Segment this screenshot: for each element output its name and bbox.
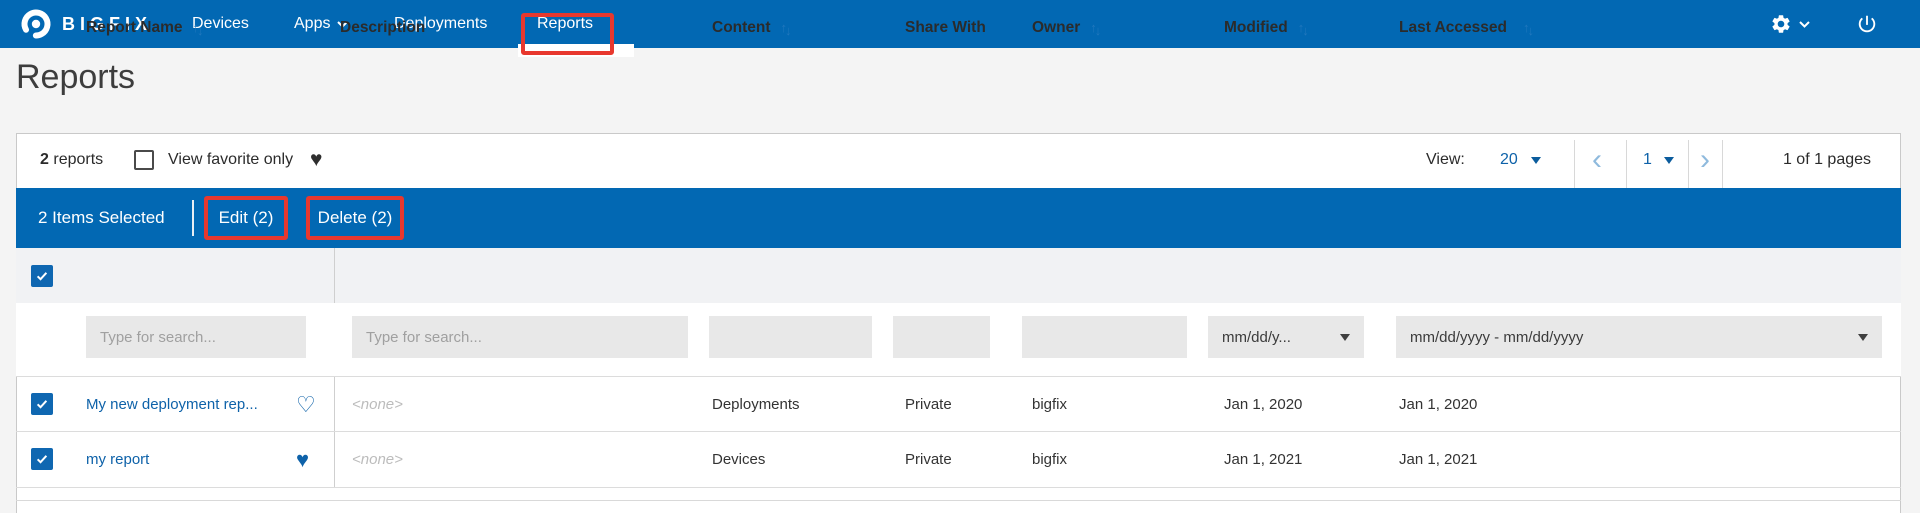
selection-bar (16, 188, 1901, 248)
share-with-cell: Private (905, 377, 952, 431)
toolbar-divider (1688, 140, 1689, 188)
selection-bar-divider (192, 200, 194, 236)
column-label: Share With (905, 19, 986, 37)
favorite-heart-filled-icon[interactable]: ♥ (296, 447, 309, 473)
column-header-report-name[interactable]: Report Name ↑↓ (86, 0, 201, 55)
edit-button-label: Edit (2) (219, 208, 274, 228)
content-search-input[interactable] (709, 316, 872, 358)
description-search-input[interactable] (352, 316, 688, 358)
toolbar-divider (1722, 140, 1723, 188)
modified-date-placeholder: mm/dd/y... (1222, 329, 1340, 346)
column-label: Last Accessed (1399, 19, 1507, 37)
bigfix-logo-icon (18, 6, 54, 42)
page-size-select[interactable]: 20 (1500, 151, 1541, 169)
report-count-number: 2 (40, 151, 49, 168)
power-icon (1856, 13, 1878, 35)
row-divider (16, 487, 1901, 488)
toolbar-divider (1574, 140, 1575, 188)
content-cell: Deployments (712, 377, 800, 431)
last-accessed-cell: Jan 1, 2020 (1399, 377, 1477, 431)
owner-cell: bigfix (1032, 377, 1067, 431)
modified-date-filter[interactable]: mm/dd/y... (1208, 316, 1364, 358)
chevron-down-icon (1799, 21, 1810, 28)
report-name-search-input[interactable] (86, 316, 306, 358)
column-label: Owner (1032, 19, 1080, 37)
row-checkbox[interactable] (31, 448, 53, 470)
column-header-owner[interactable]: Owner ↑↓ (1032, 0, 1099, 55)
share-with-cell: Private (905, 432, 952, 486)
selected-count-label: 2 Items Selected (38, 208, 165, 228)
current-page-value: 1 (1643, 151, 1652, 168)
page-title: Reports (16, 58, 135, 97)
modified-cell: Jan 1, 2020 (1224, 377, 1302, 431)
page-size-value: 20 (1500, 151, 1518, 168)
delete-button[interactable]: Delete (2) (306, 196, 404, 240)
table-bottom-border (16, 500, 1901, 501)
table-header-row (16, 248, 1901, 303)
page-summary: 1 of 1 pages (1752, 151, 1902, 169)
report-name-link[interactable]: my report (86, 432, 149, 486)
modified-cell: Jan 1, 2021 (1224, 432, 1302, 486)
column-label: Content (712, 19, 771, 37)
toolbar-divider (1626, 140, 1627, 188)
report-count-suffix: reports (53, 151, 103, 168)
edit-button[interactable]: Edit (2) (204, 196, 288, 240)
sort-icon: ↑↓ (781, 20, 790, 35)
next-page-button[interactable]: › (1700, 150, 1710, 170)
gear-icon (1770, 13, 1792, 35)
settings-menu[interactable] (1770, 0, 1810, 48)
annotation-box-reports (521, 13, 614, 55)
caret-down-icon (1340, 334, 1350, 341)
heart-icon: ♥ (310, 148, 322, 172)
prev-page-button[interactable]: ‹ (1592, 150, 1602, 170)
last-accessed-date-placeholder: mm/dd/yyyy - mm/dd/yyyy (1410, 329, 1858, 346)
select-all-checkbox[interactable] (31, 265, 53, 287)
owner-search-input[interactable] (1022, 316, 1187, 358)
column-header-share-with: Share With (905, 0, 986, 55)
logout-button[interactable] (1856, 0, 1878, 48)
column-label: Report Name (86, 19, 182, 37)
owner-cell: bigfix (1032, 432, 1067, 486)
description-cell: <none> (352, 432, 403, 486)
column-header-last-accessed[interactable]: Last Accessed ↑↓ (1399, 0, 1532, 55)
bigfix-reports-page: BIGFIX Devices Apps Deployments Reports (0, 0, 1920, 513)
caret-down-icon (1858, 334, 1868, 341)
content-cell: Devices (712, 432, 765, 486)
report-name-link[interactable]: My new deployment rep... (86, 377, 258, 431)
favorite-heart-outline-icon[interactable]: ♡ (296, 392, 316, 418)
last-accessed-date-filter[interactable]: mm/dd/yyyy - mm/dd/yyyy (1396, 316, 1882, 358)
favorite-filter-label: View favorite only (168, 151, 293, 169)
report-count: 2 reports (40, 151, 103, 169)
delete-button-label: Delete (2) (318, 208, 393, 228)
sort-icon: ↑↓ (1090, 20, 1099, 35)
view-label: View: (1426, 151, 1465, 169)
share-with-search-input[interactable] (893, 316, 990, 358)
column-label: Description (340, 19, 425, 37)
row-divider (16, 431, 1901, 432)
column-header-content[interactable]: Content ↑↓ (712, 0, 790, 55)
column-label: Modified (1224, 19, 1288, 37)
sort-icon: ↑↓ (1523, 20, 1532, 35)
nav-item-apps-label: Apps (294, 15, 330, 33)
row-checkbox[interactable] (31, 393, 53, 415)
caret-down-icon (1664, 157, 1674, 164)
sort-icon: ↑↓ (1298, 20, 1307, 35)
caret-down-icon (1531, 157, 1541, 164)
column-header-modified[interactable]: Modified ↑↓ (1224, 0, 1307, 55)
favorite-filter-checkbox[interactable] (134, 150, 154, 170)
sort-icon: ↑↓ (192, 20, 201, 35)
current-page-select[interactable]: 1 (1643, 151, 1674, 169)
row-divider (16, 376, 1901, 377)
last-accessed-cell: Jan 1, 2021 (1399, 432, 1477, 486)
description-cell: <none> (352, 377, 403, 431)
column-header-description: Description (340, 0, 425, 55)
